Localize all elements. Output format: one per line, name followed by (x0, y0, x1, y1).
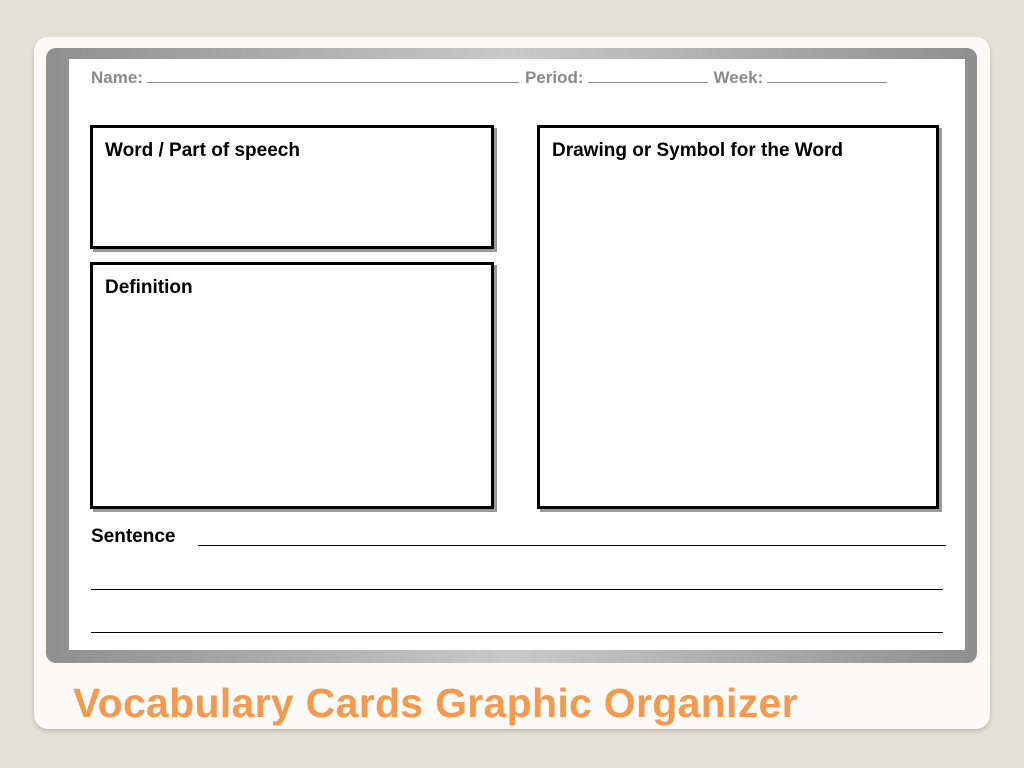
slide-title: Vocabulary Cards Graphic Organizer (73, 680, 798, 726)
word-box-label: Word / Part of speech (105, 140, 300, 161)
sentence-label: Sentence (91, 526, 176, 547)
drawing-box-label: Drawing or Symbol for the Word (552, 140, 843, 161)
sentence-line-1 (198, 545, 946, 546)
week-label: Week: (713, 68, 764, 87)
definition-box: Definition (90, 262, 494, 509)
period-blank (587, 68, 708, 83)
definition-box-label: Definition (105, 277, 193, 298)
name-label: Name: (91, 68, 143, 87)
drawing-box: Drawing or Symbol for the Word (537, 125, 939, 509)
week-blank (767, 68, 888, 83)
name-blank (146, 68, 519, 83)
sentence-line-3 (91, 632, 943, 633)
word-box: Word / Part of speech (90, 125, 494, 249)
period-label: Period: (524, 68, 584, 87)
worksheet-header: Name: Period: Week: (91, 68, 888, 88)
sentence-line-2 (91, 589, 943, 590)
